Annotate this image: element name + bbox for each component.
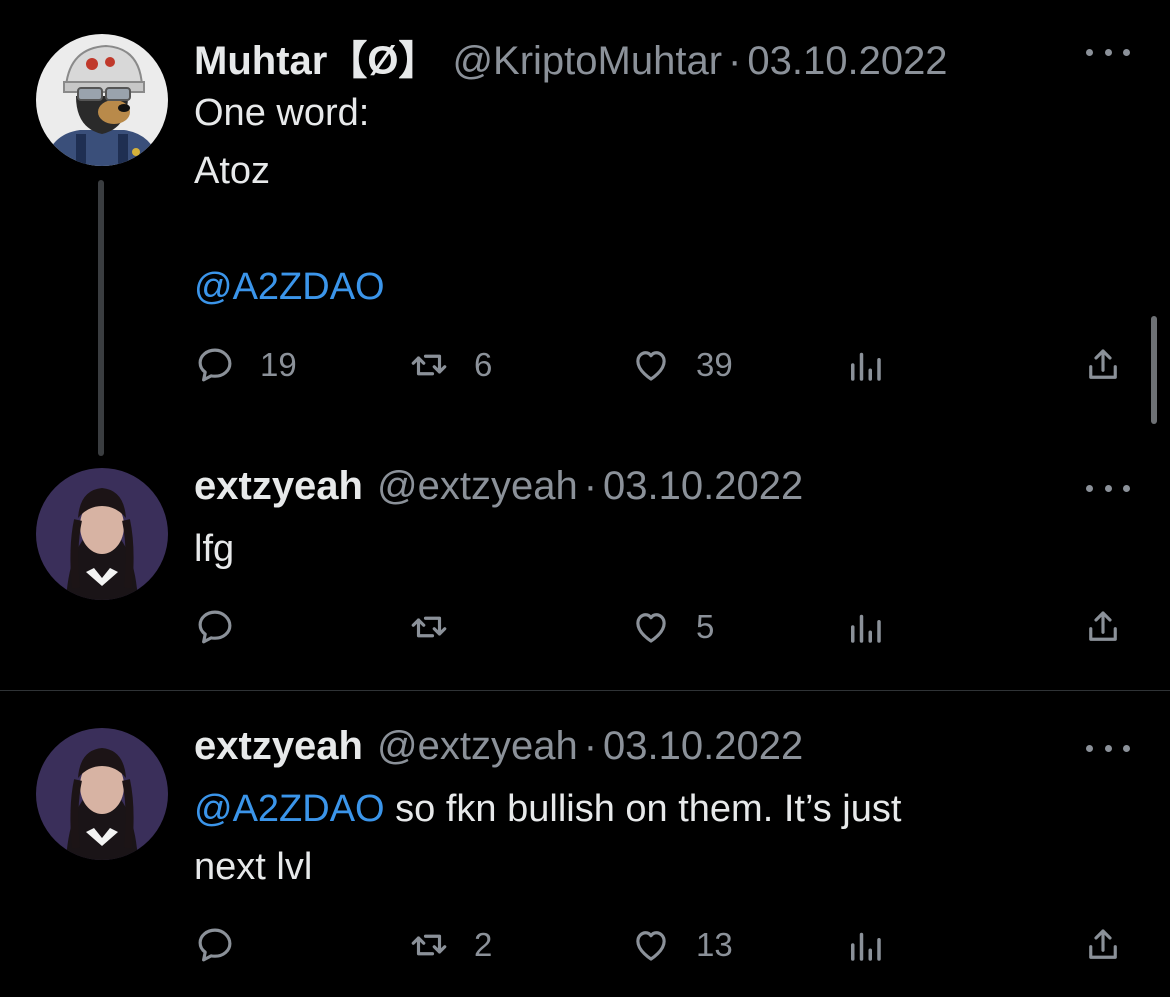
reply-button[interactable] [194, 602, 260, 652]
scrollbar[interactable] [1151, 316, 1157, 424]
share-button[interactable] [1082, 920, 1124, 970]
tweet-actions: 19 6 39 [194, 340, 1130, 390]
user-handle[interactable]: @extzyeah [377, 724, 578, 769]
tweet-header: extzyeah @extzyeah · 03.10.2022 [194, 724, 803, 774]
like-button[interactable]: 39 [630, 340, 733, 390]
retweet-icon [411, 354, 447, 376]
like-count: 13 [696, 926, 733, 963]
reply-icon [198, 610, 232, 644]
mention-link[interactable]: @A2ZDAO [194, 788, 385, 830]
tweet-1[interactable]: Muhtar【Ø】 @KriptoMuhtar · 03.10.2022 One… [0, 0, 1170, 460]
share-icon [1089, 611, 1117, 641]
tweet-text: One word: Atoz @A2ZDAO [194, 84, 385, 316]
retweet-count: 2 [474, 926, 493, 963]
reply-button[interactable]: 19 [194, 340, 297, 390]
tweet-text: lfg [194, 520, 234, 578]
tweet-line: Atoz [194, 150, 271, 192]
retweet-icon [411, 616, 447, 638]
analytics-icon [851, 352, 881, 381]
separator: · [728, 39, 742, 83]
tweet-line: @A2ZDAO so fkn bullish on them. It’s jus… [194, 780, 901, 838]
like-count: 5 [696, 608, 715, 645]
tweet-line: One word: [194, 92, 370, 134]
like-button[interactable]: 13 [630, 920, 733, 970]
avatar[interactable] [36, 468, 168, 600]
tweet-actions: 5 [194, 602, 1130, 652]
more-options-icon[interactable] [1086, 478, 1130, 498]
like-count: 39 [696, 346, 733, 383]
analytics-button[interactable] [844, 602, 886, 652]
reply-icon [198, 928, 232, 962]
retweet-icon [411, 934, 447, 956]
thread-connector-line [98, 180, 104, 456]
analytics-button[interactable] [844, 920, 886, 970]
heart-icon [636, 351, 666, 381]
reply-count: 19 [260, 346, 297, 383]
user-handle[interactable]: @KriptoMuhtar [452, 39, 722, 84]
tweet-3[interactable]: extzyeah @extzyeah · 03.10.2022 @A2ZDAO … [0, 720, 1170, 997]
girl-portrait-avatar-icon [36, 468, 168, 600]
display-name[interactable]: extzyeah [194, 724, 363, 769]
tweet-header: extzyeah @extzyeah · 03.10.2022 [194, 464, 803, 514]
tweet-2[interactable]: extzyeah @extzyeah · 03.10.2022 lfg 5 [0, 460, 1170, 690]
analytics-button[interactable] [844, 340, 886, 390]
analytics-icon [851, 614, 881, 643]
tweet-divider [0, 690, 1170, 691]
share-button[interactable] [1082, 340, 1124, 390]
retweet-button[interactable]: 6 [408, 340, 492, 390]
tweet-text: @A2ZDAO so fkn bullish on them. It’s jus… [194, 780, 901, 896]
more-options-icon[interactable] [1086, 738, 1130, 758]
display-name[interactable]: extzyeah [194, 464, 363, 509]
tweet-date[interactable]: 03.10.2022 [603, 464, 803, 509]
retweet-button[interactable] [408, 602, 474, 652]
tweet-line: lfg [194, 528, 235, 570]
separator: · [583, 724, 598, 768]
tweet-date[interactable]: 03.10.2022 [603, 724, 803, 769]
mention-link[interactable]: @A2ZDAO [194, 258, 385, 316]
reply-icon [198, 348, 232, 382]
display-name[interactable]: Muhtar【Ø】 [194, 28, 438, 86]
heart-icon [636, 931, 666, 961]
avatar[interactable] [36, 34, 168, 166]
girl-portrait-avatar-icon [36, 728, 168, 860]
like-button[interactable]: 5 [630, 602, 714, 652]
tweet-header: Muhtar【Ø】 @KriptoMuhtar · 03.10.2022 [194, 28, 948, 83]
bear-avatar-icon [36, 34, 168, 166]
share-button[interactable] [1082, 602, 1124, 652]
tweet-date[interactable]: 03.10.2022 [747, 39, 947, 84]
avatar[interactable] [36, 728, 168, 860]
heart-icon [636, 613, 666, 643]
reply-button[interactable] [194, 920, 260, 970]
analytics-icon [851, 932, 881, 961]
retweet-button[interactable]: 2 [408, 920, 492, 970]
tweet-actions: 2 13 [194, 920, 1130, 970]
tweet-text-segment: so fkn bullish on them. It’s just [384, 788, 902, 830]
retweet-count: 6 [474, 346, 493, 383]
tweet-line: next lvl [194, 846, 313, 888]
separator: · [583, 464, 598, 508]
share-icon [1089, 349, 1117, 379]
user-handle[interactable]: @extzyeah [377, 464, 578, 509]
more-options-icon[interactable] [1086, 42, 1130, 62]
share-icon [1089, 929, 1117, 959]
